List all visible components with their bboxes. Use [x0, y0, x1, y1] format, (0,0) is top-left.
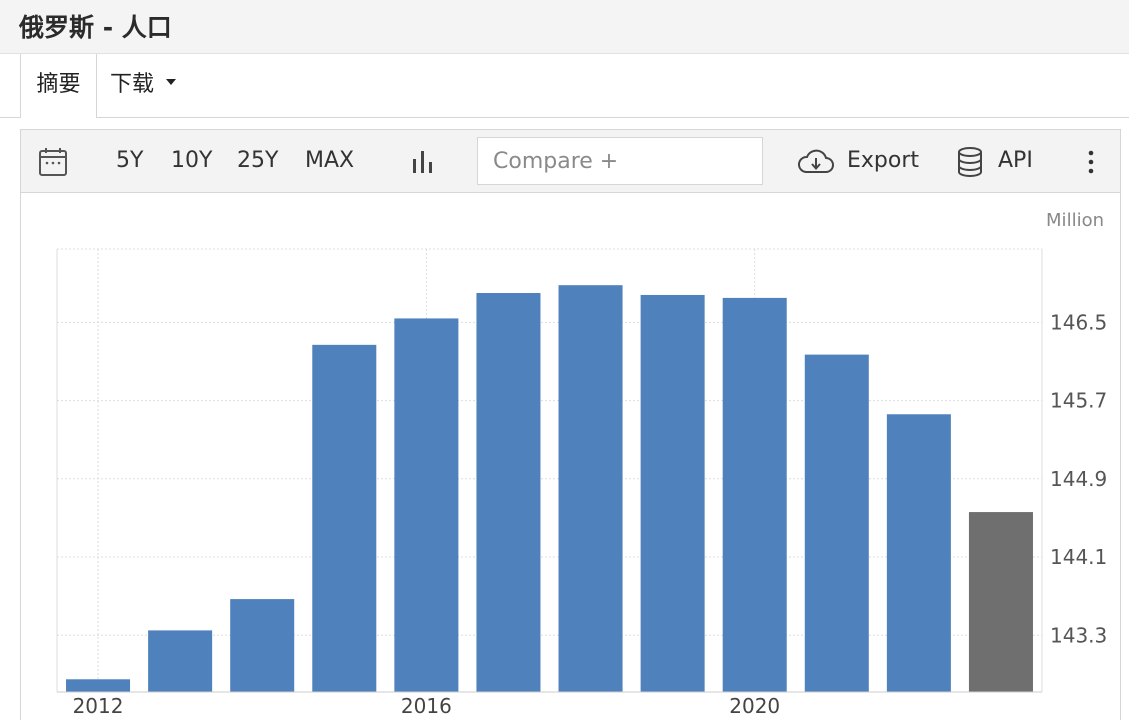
chart-panel: 143.3 144.1 144.9 145.7 146.5 Million 2012 2016…	[20, 192, 1121, 720]
range-25y-button[interactable]: 25Y	[237, 130, 278, 192]
export-button[interactable]: Export	[847, 130, 919, 192]
range-5y-button[interactable]: 5Y	[116, 130, 143, 192]
x-tick-label: 2012	[73, 694, 124, 718]
bar-2020	[722, 297, 787, 692]
bar-2014	[230, 599, 295, 692]
api-button[interactable]: API	[998, 130, 1033, 192]
compare-input[interactable]	[477, 137, 763, 185]
tab-download-label: 下载	[110, 72, 155, 97]
caret-down-icon	[166, 79, 177, 85]
bar-2018	[558, 285, 623, 692]
range-10y-button[interactable]: 10Y	[171, 130, 212, 192]
y-tick-label: 144.9	[1050, 467, 1107, 491]
y-tick-label: 144.1	[1050, 545, 1107, 569]
bar-2012	[66, 679, 131, 692]
tab-summary-label: 摘要	[36, 72, 81, 97]
bar-2015	[312, 344, 377, 692]
chart-toolbar: 5Y 10Y 25Y MAX Export API	[20, 129, 1121, 193]
y-tick-label: 143.3	[1050, 623, 1107, 647]
population-bar-chart: 143.3 144.1 144.9 145.7 146.5 Million 2012 2016…	[56, 210, 1107, 718]
bar-2019	[640, 294, 705, 692]
page-title: 俄罗斯 - 人口	[19, 13, 172, 42]
x-tick-label: 2020	[729, 694, 780, 718]
tab-bar: 摘要 下载	[0, 54, 1129, 118]
range-max-button[interactable]: MAX	[305, 130, 354, 192]
cloud-download-icon[interactable]	[797, 147, 835, 181]
bar-2023	[968, 512, 1033, 692]
y-tick-label: 146.5	[1050, 310, 1107, 334]
title-bar: 俄罗斯 - 人口	[0, 0, 1129, 54]
x-tick-label: 2016	[401, 694, 452, 718]
bar-2016	[394, 318, 459, 692]
tab-download[interactable]: 下载	[110, 54, 177, 117]
calendar-icon[interactable]	[38, 147, 68, 181]
more-vertical-icon[interactable]	[1086, 149, 1096, 179]
database-icon[interactable]	[956, 146, 984, 182]
bar-2021	[804, 354, 869, 692]
bar-2013	[148, 630, 213, 692]
y-tick-label: 145.7	[1050, 389, 1107, 413]
tab-summary[interactable]: 摘要	[20, 54, 97, 118]
bar-2022	[886, 414, 951, 692]
bar-2017	[476, 293, 541, 692]
bar-chart-icon[interactable]	[410, 149, 436, 179]
unit-label: Million	[1046, 210, 1104, 231]
